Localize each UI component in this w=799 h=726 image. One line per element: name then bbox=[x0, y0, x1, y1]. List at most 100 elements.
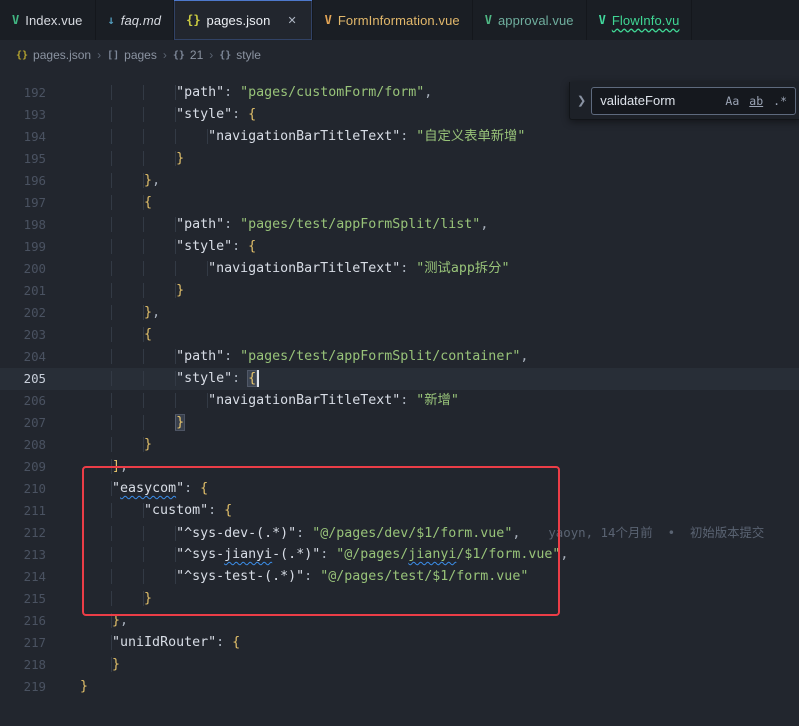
tab-forminformation-vue[interactable]: VFormInformation.vue bbox=[313, 0, 473, 40]
tab-index-vue[interactable]: VIndex.vue bbox=[0, 0, 96, 40]
breadcrumb-item-style[interactable]: {}style bbox=[219, 48, 261, 62]
code-line-199[interactable]: 199 "style": { bbox=[0, 236, 799, 258]
code-line-209[interactable]: 209 ], bbox=[0, 456, 799, 478]
code-line-212[interactable]: 212 "^sys-dev-(.*)": "@/pages/dev/$1/for… bbox=[0, 522, 799, 544]
find-input[interactable]: validateForm Aa ab .* bbox=[591, 87, 796, 115]
line-number[interactable]: 198 bbox=[0, 214, 46, 236]
line-content: } bbox=[46, 148, 184, 170]
line-number[interactable]: 207 bbox=[0, 412, 46, 434]
breadcrumb-item-pages-json[interactable]: {}pages.json bbox=[16, 48, 91, 62]
tab-pages-json[interactable]: {}pages.json✕ bbox=[174, 0, 313, 40]
line-number[interactable]: 205 bbox=[0, 368, 46, 390]
code-line-217[interactable]: 217 "uniIdRouter": { bbox=[0, 632, 799, 654]
line-number[interactable]: 194 bbox=[0, 126, 46, 148]
line-number[interactable]: 204 bbox=[0, 346, 46, 368]
vscode-window: VIndex.vue↓faq.md{}pages.json✕VFormInfor… bbox=[0, 0, 799, 726]
token bbox=[80, 613, 112, 628]
line-number[interactable]: 195 bbox=[0, 148, 46, 170]
code-line-208[interactable]: 208 } bbox=[0, 434, 799, 456]
tab-faq-md[interactable]: ↓faq.md bbox=[96, 0, 175, 40]
breadcrumb-label: pages bbox=[124, 48, 157, 62]
text-cursor bbox=[257, 370, 259, 387]
line-number[interactable]: 219 bbox=[0, 676, 46, 698]
line-number[interactable]: 209 bbox=[0, 456, 46, 478]
token: : bbox=[216, 635, 232, 650]
code-line-216[interactable]: 216 }, bbox=[0, 610, 799, 632]
code-line-203[interactable]: 203 { bbox=[0, 324, 799, 346]
code-line-198[interactable]: 198 "path": "pages/test/appFormSplit/lis… bbox=[0, 214, 799, 236]
line-number[interactable]: 197 bbox=[0, 192, 46, 214]
token: : bbox=[224, 349, 240, 364]
token: " bbox=[112, 481, 120, 496]
token: , bbox=[520, 349, 528, 364]
line-number[interactable]: 218 bbox=[0, 654, 46, 676]
line-number[interactable]: 206 bbox=[0, 390, 46, 412]
line-number[interactable]: 201 bbox=[0, 280, 46, 302]
line-number[interactable]: 215 bbox=[0, 588, 46, 610]
line-number[interactable]: 192 bbox=[0, 82, 46, 104]
line-number[interactable]: 196 bbox=[0, 170, 46, 192]
code-line-200[interactable]: 200 "navigationBarTitleText": "测试app拆分" bbox=[0, 258, 799, 280]
vue-icon: V bbox=[599, 13, 606, 27]
code-line-210[interactable]: 210 "easycom": { bbox=[0, 478, 799, 500]
code-line-205[interactable]: 205 "style": { bbox=[0, 368, 799, 390]
line-number[interactable]: 200 bbox=[0, 258, 46, 280]
code-line-197[interactable]: 197 { bbox=[0, 192, 799, 214]
whole-word-button[interactable]: ab bbox=[745, 92, 767, 110]
line-number[interactable]: 193 bbox=[0, 104, 46, 126]
close-icon[interactable]: ✕ bbox=[284, 13, 299, 28]
line-number[interactable]: 217 bbox=[0, 632, 46, 654]
code-line-196[interactable]: 196 }, bbox=[0, 170, 799, 192]
line-number[interactable]: 208 bbox=[0, 434, 46, 456]
tab-flowinfo-vu[interactable]: VFlowInfo.vu bbox=[587, 0, 693, 40]
token bbox=[80, 371, 176, 386]
code-line-218[interactable]: 218 } bbox=[0, 654, 799, 676]
line-number[interactable]: 211 bbox=[0, 500, 46, 522]
code-line-213[interactable]: 213 "^sys-jianyi-(.*)": "@/pages/jianyi/… bbox=[0, 544, 799, 566]
editor[interactable]: 192 "path": "pages/customForm/form",193 … bbox=[0, 70, 799, 726]
code-line-204[interactable]: 204 "path": "pages/test/appFormSplit/con… bbox=[0, 346, 799, 368]
line-number[interactable]: 213 bbox=[0, 544, 46, 566]
line-number[interactable]: 202 bbox=[0, 302, 46, 324]
token: "uniIdRouter" bbox=[112, 635, 216, 650]
code-line-211[interactable]: 211 "custom": { bbox=[0, 500, 799, 522]
tab-label: faq.md bbox=[121, 13, 161, 28]
line-content: "^sys-test-(.*)": "@/pages/test/$1/form.… bbox=[46, 566, 528, 588]
token: "^sys- bbox=[176, 547, 224, 562]
token: : bbox=[232, 371, 248, 386]
line-number[interactable]: 216 bbox=[0, 610, 46, 632]
code-line-194[interactable]: 194 "navigationBarTitleText": "自定义表单新增" bbox=[0, 126, 799, 148]
token: { bbox=[200, 481, 208, 496]
line-content: "easycom": { bbox=[46, 478, 208, 500]
tab-approval-vue[interactable]: Vapproval.vue bbox=[473, 0, 587, 40]
line-number[interactable]: 203 bbox=[0, 324, 46, 346]
line-number[interactable]: 212 bbox=[0, 522, 46, 544]
token: "path" bbox=[176, 349, 224, 364]
line-content: "^sys-jianyi-(.*)": "@/pages/jianyi/$1/f… bbox=[46, 544, 568, 566]
token: "测试app拆分" bbox=[416, 261, 509, 276]
line-content: "path": "pages/customForm/form", bbox=[46, 82, 432, 104]
line-number[interactable]: 210 bbox=[0, 478, 46, 500]
token bbox=[80, 349, 176, 364]
regex-button[interactable]: .* bbox=[769, 92, 791, 110]
toggle-replace-chevron-icon[interactable]: ❯ bbox=[572, 94, 591, 107]
token: : bbox=[224, 85, 240, 100]
token: "style" bbox=[176, 107, 232, 122]
code-line-219[interactable]: 219} bbox=[0, 676, 799, 698]
code-line-207[interactable]: 207 } bbox=[0, 412, 799, 434]
code-line-201[interactable]: 201 } bbox=[0, 280, 799, 302]
line-number[interactable]: 214 bbox=[0, 566, 46, 588]
line-number[interactable]: 199 bbox=[0, 236, 46, 258]
git-blame-annotation: yaoyn, 14个月前 • 初始版本提交 bbox=[548, 525, 764, 540]
token: "style" bbox=[176, 371, 232, 386]
match-case-button[interactable]: Aa bbox=[721, 92, 743, 110]
breadcrumb-item-pages[interactable]: []pages bbox=[107, 48, 157, 62]
code-line-214[interactable]: 214 "^sys-test-(.*)": "@/pages/test/$1/f… bbox=[0, 566, 799, 588]
breadcrumb-item-21[interactable]: {}21 bbox=[173, 48, 203, 62]
code-line-206[interactable]: 206 "navigationBarTitleText": "新增" bbox=[0, 390, 799, 412]
code-line-215[interactable]: 215 } bbox=[0, 588, 799, 610]
code-line-202[interactable]: 202 }, bbox=[0, 302, 799, 324]
token: } bbox=[80, 679, 88, 694]
code-line-195[interactable]: 195 } bbox=[0, 148, 799, 170]
line-content: "custom": { bbox=[46, 500, 232, 522]
